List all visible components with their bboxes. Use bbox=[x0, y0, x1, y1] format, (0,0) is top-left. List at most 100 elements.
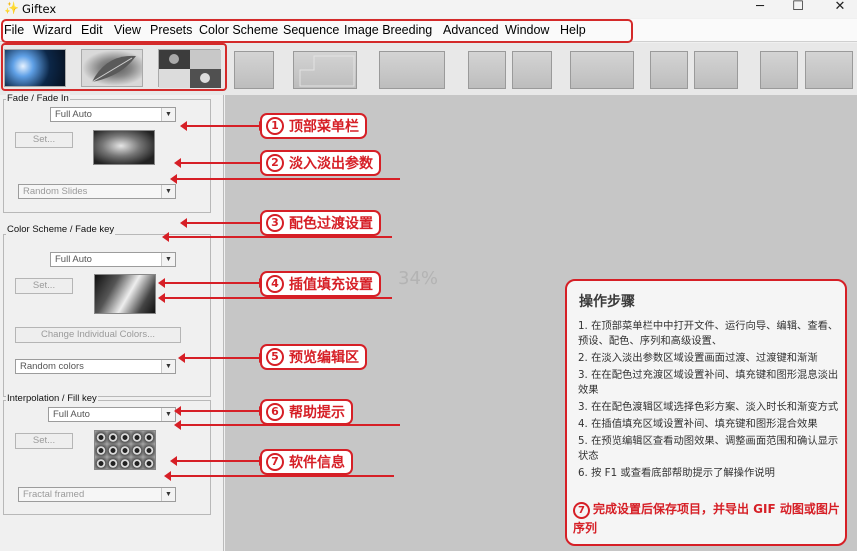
toolbar-slot-1[interactable] bbox=[234, 51, 274, 89]
interpolation-group-title: Interpolation / Fill key bbox=[6, 393, 98, 404]
callout-text: 软件信息 bbox=[289, 455, 345, 471]
arrow-left-icon bbox=[162, 232, 169, 242]
arrow-left-icon bbox=[180, 121, 187, 131]
arrow-line bbox=[164, 471, 394, 481]
steps-final: 7 完成设置后保存项目，并导出 GIF 动图或图片序列 bbox=[573, 500, 843, 537]
fade-effect-select[interactable]: Random Slides ▼ bbox=[18, 184, 176, 199]
toolbar-slot-9[interactable] bbox=[760, 51, 798, 89]
fade-mode-value: Full Auto bbox=[55, 109, 92, 120]
progress-percent: 34% bbox=[398, 268, 439, 289]
callout-text: 配色过渡设置 bbox=[289, 216, 373, 232]
step-item: 4. 在插值填充区域设置补间、填充键和图形混合效果 bbox=[578, 418, 818, 430]
step-item: 3. 在在配色过充渡区域设置补间、填充键和图形混息淡出效果 bbox=[578, 369, 839, 396]
color-palette-value: Random colors bbox=[20, 361, 84, 372]
interp-shape-select[interactable]: Fractal framed ▼ bbox=[18, 487, 176, 502]
interp-shape-value: Fractal framed bbox=[23, 489, 85, 500]
arrow-line bbox=[158, 278, 266, 288]
callout-text: 插值填充设置 bbox=[289, 277, 373, 293]
window-title: Giftex bbox=[22, 2, 57, 16]
arrow-left-icon bbox=[174, 406, 181, 416]
interp-set-button[interactable]: Set... bbox=[15, 433, 73, 449]
chevron-down-icon: ▼ bbox=[161, 360, 175, 373]
fade-mode-select[interactable]: Full Auto ▼ bbox=[50, 107, 176, 122]
arrow-line bbox=[174, 158, 260, 168]
callout-2: 2 淡入淡出参数 bbox=[260, 150, 381, 176]
callout-number: 6 bbox=[266, 403, 284, 421]
fade-preview-image bbox=[93, 130, 155, 165]
toolbar-slot-5[interactable] bbox=[512, 51, 552, 89]
change-colors-button[interactable]: Change Individual Colors... bbox=[15, 327, 181, 343]
toolbar-slot-10[interactable] bbox=[805, 51, 853, 89]
interp-mode-select[interactable]: Full Auto ▼ bbox=[48, 407, 176, 422]
step-item: 3. 在在配色渡辑区域选择色彩方案、淡入时长和渐变方式 bbox=[578, 401, 839, 413]
toolbar-slot-7[interactable] bbox=[650, 51, 688, 89]
callout-6: 6 帮助提示 bbox=[260, 399, 353, 425]
toolbar-slot-2[interactable] bbox=[293, 51, 357, 89]
steps-title: 操作步骤 bbox=[579, 294, 635, 310]
arrow-left-icon bbox=[180, 218, 187, 228]
maximize-button[interactable]: ☐ bbox=[784, 0, 812, 17]
arrow-line bbox=[170, 174, 400, 184]
arrow-line bbox=[174, 406, 266, 416]
arrow-left-icon bbox=[174, 158, 181, 168]
callout-7: 7 软件信息 bbox=[260, 449, 353, 475]
arrow-left-icon bbox=[174, 420, 181, 430]
step-item: 1. 在顶部菜单栏中中打开文件、运行向导、编辑、查看、预设、配色、序列和高级设置… bbox=[578, 320, 839, 347]
arrow-left-icon bbox=[178, 353, 185, 363]
color-palette-select[interactable]: Random colors ▼ bbox=[15, 359, 176, 374]
callout-text: 预览编辑区 bbox=[289, 350, 359, 366]
callout-number: 3 bbox=[266, 214, 284, 232]
callout-number: 2 bbox=[266, 154, 284, 172]
arrow-left-icon bbox=[170, 174, 177, 184]
arrow-line bbox=[178, 353, 266, 363]
toolbar-slot-8[interactable] bbox=[694, 51, 738, 89]
toolbar-slot-6[interactable] bbox=[570, 51, 634, 89]
callout-text: 顶部菜单栏 bbox=[289, 119, 359, 135]
steps-list: 1. 在顶部菜单栏中中打开文件、运行向导、编辑、查看、预设、配色、序列和高级设置… bbox=[578, 319, 840, 483]
color-preview-image bbox=[94, 274, 156, 314]
callout-5: 5 预览编辑区 bbox=[260, 344, 367, 370]
menu-bar-highlight bbox=[1, 19, 633, 43]
arrow-line bbox=[170, 456, 266, 466]
toolbar-highlight bbox=[1, 43, 227, 91]
steps-panel: 操作步骤 1. 在顶部菜单栏中中打开文件、运行向导、编辑、查看、预设、配色、序列… bbox=[565, 279, 847, 546]
interp-mode-value: Full Auto bbox=[53, 409, 90, 420]
close-button[interactable]: ✕ bbox=[826, 0, 854, 17]
arrow-line bbox=[162, 232, 392, 242]
step-item: 5. 在预览编辑区查看动图效果、调整画面范围和确认显示状态 bbox=[578, 435, 839, 462]
arrow-left-icon bbox=[158, 278, 165, 288]
color-scheme-group-title: Color Scheme / Fade key bbox=[6, 224, 116, 235]
callout-3: 3 配色过渡设置 bbox=[260, 210, 381, 236]
callout-text: 淡入淡出参数 bbox=[289, 156, 373, 172]
toolbar-slot-4[interactable] bbox=[468, 51, 506, 89]
arrow-line bbox=[158, 293, 392, 303]
fade-set-button[interactable]: Set... bbox=[15, 132, 73, 148]
final-step-number: 7 bbox=[573, 502, 590, 519]
arrow-left-icon bbox=[170, 456, 177, 466]
callout-number: 4 bbox=[266, 275, 284, 293]
arrow-line bbox=[180, 218, 260, 228]
fade-effect-value: Random Slides bbox=[23, 186, 88, 197]
arrow-left-icon bbox=[164, 471, 171, 481]
toolbar-slot-3[interactable] bbox=[379, 51, 445, 89]
title-bar: ✨ Giftex ─ ☐ ✕ bbox=[0, 0, 857, 18]
callout-number: 7 bbox=[266, 453, 284, 471]
minimize-button[interactable]: ─ bbox=[746, 0, 774, 17]
callout-1: 1 顶部菜单栏 bbox=[260, 113, 367, 139]
callout-number: 5 bbox=[266, 348, 284, 366]
app-icon: ✨ bbox=[4, 1, 19, 15]
color-set-button[interactable]: Set... bbox=[15, 278, 73, 294]
arrow-left-icon bbox=[158, 293, 165, 303]
chevron-down-icon: ▼ bbox=[161, 488, 175, 501]
chevron-down-icon: ▼ bbox=[161, 253, 175, 266]
final-step-text: 完成设置后保存项目，并导出 GIF 动图或图片序列 bbox=[573, 502, 840, 535]
chevron-down-icon: ▼ bbox=[161, 185, 175, 198]
callout-4: 4 插值填充设置 bbox=[260, 271, 381, 297]
color-mode-select[interactable]: Full Auto ▼ bbox=[50, 252, 176, 267]
callout-number: 1 bbox=[266, 117, 284, 135]
color-mode-value: Full Auto bbox=[55, 254, 92, 265]
interp-preview-image bbox=[94, 430, 156, 470]
step-item: 2. 在淡入淡出参数区域设置画面过渡、过渡键和渐渐 bbox=[578, 352, 818, 364]
chevron-down-icon: ▼ bbox=[161, 408, 175, 421]
arrow-line bbox=[180, 121, 266, 131]
